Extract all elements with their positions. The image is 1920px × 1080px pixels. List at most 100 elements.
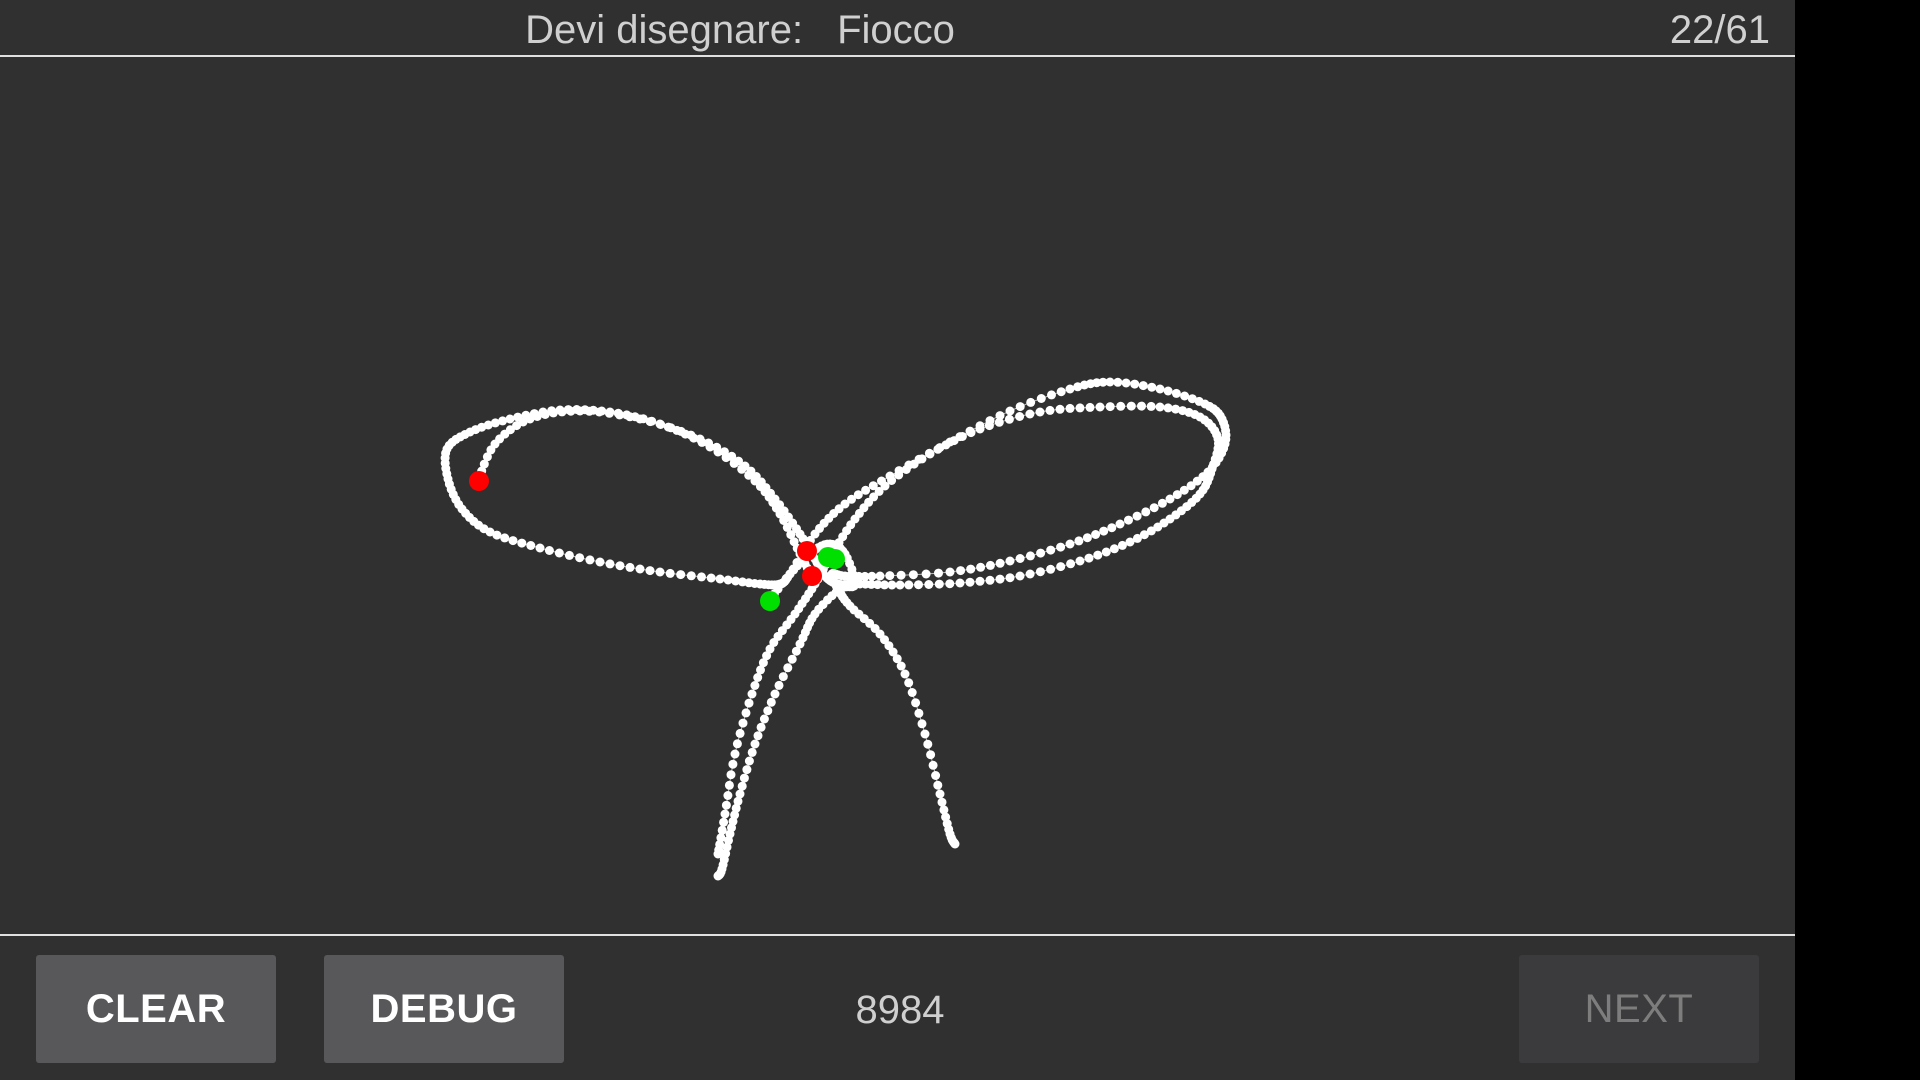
stroke-point [665, 568, 675, 578]
stroke-point [1075, 556, 1085, 566]
stroke-point [945, 437, 955, 447]
stroke-point [1132, 511, 1142, 521]
stroke-point [738, 718, 748, 728]
stroke-point [750, 681, 760, 690]
stroke-point [726, 770, 736, 780]
stroke-point [887, 580, 897, 590]
drawing-canvas[interactable] [0, 57, 1795, 934]
stroke-point [914, 708, 924, 718]
stroke-point [625, 562, 635, 572]
stroke-point [920, 729, 930, 739]
stroke-point [931, 771, 941, 780]
stroke-point [774, 680, 784, 690]
stroke-point [975, 576, 985, 586]
stroke-point [935, 443, 945, 453]
app-window: Devi disegnare: Fiocco 22/61 CLEAR DEBUG … [0, 0, 1795, 1080]
stroke-point [721, 800, 731, 810]
stroke-point [934, 568, 943, 578]
stroke-point [647, 416, 657, 426]
stroke-point [966, 564, 976, 574]
stroke-line [477, 405, 1220, 855]
next-button[interactable]: NEXT [1519, 955, 1759, 1063]
stroke-point [564, 550, 574, 560]
stroke-point [1065, 384, 1075, 394]
stroke-point [713, 447, 723, 457]
stroke-point [995, 574, 1005, 584]
stroke-point [655, 419, 665, 429]
stroke-point [1035, 407, 1045, 417]
stroke-point [1141, 507, 1151, 517]
stroke-point [492, 530, 502, 540]
stroke-point [1035, 567, 1045, 577]
stroke-point [1137, 401, 1146, 411]
stroke-point [1015, 554, 1025, 563]
stroke-point [588, 405, 598, 415]
stroke-point [724, 780, 734, 790]
stroke-point [753, 731, 763, 741]
debug-button[interactable]: DEBUG [324, 955, 564, 1063]
stroke-point [885, 571, 895, 581]
stroke-point [1056, 562, 1066, 572]
stroke-point [763, 706, 773, 716]
stroke-point [1138, 381, 1148, 391]
stroke-point [605, 559, 615, 569]
stroke-point [868, 481, 878, 491]
stroke-point [706, 573, 716, 583]
stroke-point [923, 739, 933, 749]
stroke-point [1115, 519, 1125, 529]
stroke-point [1101, 547, 1111, 557]
stroke-point [904, 580, 914, 590]
stroke-point [965, 577, 975, 587]
stroke-point [1105, 402, 1115, 412]
stroke-point [676, 570, 686, 580]
stroke-point [1180, 391, 1190, 401]
stroke-point [787, 654, 797, 664]
stroke-point [630, 412, 640, 422]
stroke-point [924, 448, 934, 458]
end-marker [802, 566, 822, 586]
stroke-point [766, 697, 776, 707]
stroke-point [1025, 409, 1035, 419]
stroke-point [1004, 414, 1014, 424]
stroke-point [737, 781, 747, 791]
stroke-point [1036, 548, 1046, 558]
prompt-word: Fiocco [837, 8, 955, 52]
stroke-point [663, 422, 673, 432]
stroke-point [1065, 539, 1075, 549]
stroke-point [1015, 402, 1025, 412]
stroke-point [1171, 388, 1181, 398]
stroke-point [791, 646, 801, 656]
stroke-point [1055, 404, 1065, 414]
stroke-point [985, 575, 995, 585]
stroke-point [753, 673, 763, 682]
stroke-point [585, 555, 595, 565]
stroke-point [544, 546, 554, 555]
prompt-label: Devi disegnare: [525, 8, 804, 52]
stroke-point [554, 548, 564, 558]
stroke-point [689, 433, 699, 443]
stroke-point [995, 558, 1005, 568]
stroke-point [1036, 394, 1046, 403]
stroke-point [759, 714, 769, 724]
stroke-point [756, 722, 766, 732]
stroke-point [896, 570, 906, 580]
stroke-point [723, 791, 733, 800]
stroke-point [1075, 403, 1085, 413]
stroke-point [894, 466, 904, 476]
stroke-point [513, 412, 523, 422]
stroke-point [975, 421, 985, 431]
stroke-point [914, 580, 923, 590]
stroke-point [900, 669, 910, 679]
clear-button[interactable]: CLEAR [36, 955, 276, 1063]
stroke-point [739, 773, 749, 783]
stroke-point [985, 416, 995, 426]
stroke-point [1126, 401, 1136, 411]
stroke-point [735, 728, 745, 738]
stroke-point [595, 557, 605, 567]
stroke-point [1105, 377, 1115, 387]
stroke-point [635, 564, 645, 574]
stroke-point [732, 739, 742, 749]
stroke-point [705, 442, 715, 452]
stroke-point [937, 797, 947, 807]
end-marker [797, 541, 817, 561]
